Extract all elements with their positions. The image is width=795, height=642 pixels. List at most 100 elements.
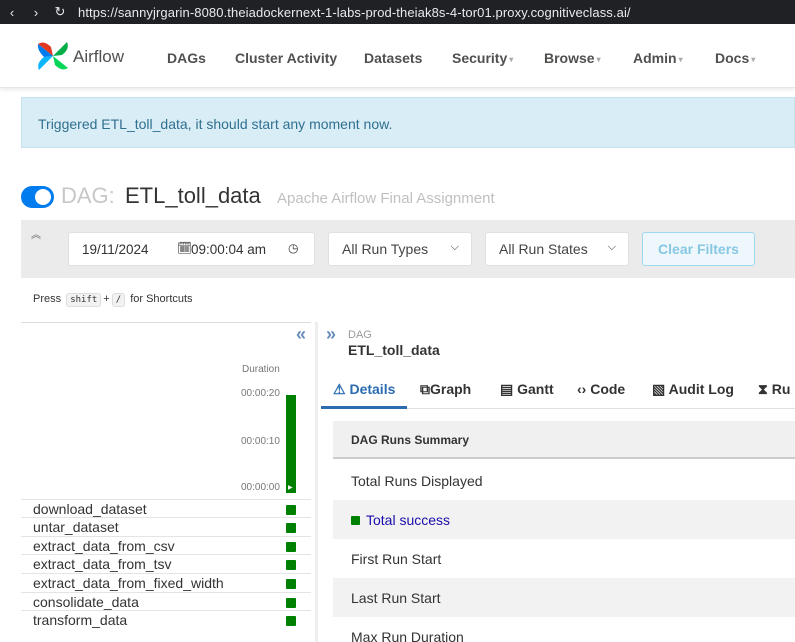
tab-graph-label: Graph xyxy=(430,381,472,397)
tab-gantt-label: Gantt xyxy=(517,381,554,397)
nav-browse-label: Browse xyxy=(544,50,595,66)
toggle-knob xyxy=(35,189,51,205)
nav-dags[interactable]: DAGs xyxy=(167,50,206,66)
play-icon: ▶ xyxy=(288,485,293,491)
clock-icon[interactable]: ◷ xyxy=(288,241,298,255)
tab-audit-log-label: Audit Log xyxy=(668,381,734,397)
collapse-left-icon[interactable]: « xyxy=(296,324,306,345)
airflow-logo-icon[interactable] xyxy=(34,38,72,74)
success-square-icon xyxy=(351,516,360,525)
clear-filters-button[interactable]: Clear Filters xyxy=(642,232,755,266)
task-instance-square[interactable] xyxy=(286,616,296,626)
address-bar[interactable]: https://sannyjrgarin-8080.theiadockernex… xyxy=(78,5,631,20)
expand-right-icon[interactable]: » xyxy=(326,324,336,345)
shift-key: shift xyxy=(66,293,102,307)
task-row[interactable]: extract_data_from_tsv xyxy=(21,554,311,573)
tab-details-label: Details xyxy=(349,381,396,397)
task-instance-square[interactable] xyxy=(286,505,296,515)
tab-run-duration[interactable]: ⧗ Ru xyxy=(758,381,790,398)
run-type-value: All Run Types xyxy=(342,241,429,257)
task-row[interactable]: untar_dataset xyxy=(21,517,311,536)
total-success-link[interactable]: Total success xyxy=(366,512,450,528)
tab-graph[interactable]: ⧉Graph xyxy=(420,381,471,398)
panel-divider[interactable] xyxy=(315,322,318,642)
run-duration-bar[interactable] xyxy=(286,395,296,493)
brand-name[interactable]: Airflow xyxy=(73,47,124,67)
run-state-select[interactable]: All Run States ⌵ xyxy=(485,232,629,266)
gantt-icon: ▤ xyxy=(500,381,514,397)
back-icon[interactable]: ‹ xyxy=(0,5,24,20)
nav-admin[interactable]: Admin ▾ xyxy=(633,50,683,66)
dag-pause-toggle[interactable] xyxy=(21,186,54,208)
nav-docs-label: Docs xyxy=(715,50,750,66)
task-instance-square[interactable] xyxy=(286,579,296,589)
nav-browse[interactable]: Browse ▾ xyxy=(544,50,601,66)
task-name: extract_data_from_csv xyxy=(33,538,175,554)
task-row[interactable]: download_dataset xyxy=(21,499,311,518)
forward-icon[interactable]: › xyxy=(24,5,48,20)
duration-tick: 00:00:20 xyxy=(241,388,280,399)
trigger-alert: Triggered ETL_toll_data, it should start… xyxy=(21,97,795,148)
task-instance-square[interactable] xyxy=(286,523,296,533)
warning-icon: ⚠ xyxy=(333,381,346,397)
tab-gantt[interactable]: ▤ Gantt xyxy=(500,381,554,398)
dag-breadcrumb-id[interactable]: ETL_toll_data xyxy=(348,342,440,358)
tab-run-duration-label: Ru xyxy=(771,381,791,397)
task-name: untar_dataset xyxy=(33,519,119,535)
active-tab-indicator xyxy=(321,406,407,409)
run-type-select[interactable]: All Run Types ⌵ xyxy=(328,232,472,266)
slash-key: / xyxy=(111,293,126,307)
summary-table-header: DAG Runs Summary xyxy=(333,421,795,459)
summary-row-label: Total Runs Displayed xyxy=(351,473,483,489)
chevron-down-icon: ⌵ xyxy=(607,241,616,253)
duration-tick: 00:00:10 xyxy=(241,436,280,447)
tab-details[interactable]: ⚠ Details xyxy=(333,381,395,398)
nav-security-label: Security xyxy=(452,50,508,66)
task-row[interactable]: extract_data_from_csv xyxy=(21,536,311,555)
run-state-value: All Run States xyxy=(499,241,588,257)
task-name: extract_data_from_tsv xyxy=(33,556,172,572)
base-date-input[interactable]: 19/11/2024 🗓 09:00:04 am ◷ xyxy=(68,232,315,266)
shortcut-press: Press xyxy=(33,293,62,305)
hourglass-icon: ⧗ xyxy=(758,381,768,397)
nav-docs[interactable]: Docs ▾ xyxy=(715,50,755,66)
nav-datasets[interactable]: Datasets xyxy=(364,50,422,66)
task-row[interactable]: transform_data xyxy=(21,610,311,629)
tab-code[interactable]: ‹› Code xyxy=(577,381,625,397)
summary-row-label: First Run Start xyxy=(351,551,442,567)
task-name: transform_data xyxy=(33,612,128,628)
collapse-up-icon[interactable]: ︽ xyxy=(31,226,41,241)
document-icon: ▧ xyxy=(652,381,666,397)
task-row[interactable]: consolidate_data xyxy=(21,592,311,611)
nav-security[interactable]: Security ▾ xyxy=(452,50,513,66)
summary-row: Total success xyxy=(333,500,795,539)
summary-title: DAG Runs Summary xyxy=(351,433,470,447)
task-instance-square[interactable] xyxy=(286,598,296,608)
caret-down-icon: ▾ xyxy=(751,54,756,64)
task-row[interactable]: extract_data_from_fixed_width xyxy=(21,573,311,592)
summary-row-label: Last Run Start xyxy=(351,590,441,606)
summary-row: Last Run Start xyxy=(333,578,795,617)
caret-down-icon: ▾ xyxy=(678,54,683,64)
summary-row: First Run Start xyxy=(333,539,795,578)
alert-message: Triggered ETL_toll_data, it should start… xyxy=(38,116,393,132)
dag-title: ETL_toll_data xyxy=(125,183,261,208)
duration-label: Duration xyxy=(242,364,280,375)
nav-admin-label: Admin xyxy=(633,50,677,66)
nav-cluster-activity[interactable]: Cluster Activity xyxy=(235,50,337,66)
calendar-icon[interactable]: 🗓 xyxy=(177,241,192,255)
tab-code-label: Code xyxy=(590,381,626,397)
summary-row: Total Runs Displayed xyxy=(333,461,795,500)
browser-toolbar: ‹ › ↻ https://sannyjrgarin-8080.theiadoc… xyxy=(0,0,795,24)
tab-audit-log[interactable]: ▧ Audit Log xyxy=(652,381,734,398)
task-instance-square[interactable] xyxy=(286,560,296,570)
chevron-down-icon: ⌵ xyxy=(450,241,459,253)
graph-icon: ⧉ xyxy=(420,381,430,397)
shortcut-hint: Press shift + / for Shortcuts xyxy=(33,293,193,307)
dag-prefix: DAG: xyxy=(61,183,115,208)
task-name: consolidate_data xyxy=(33,594,139,610)
reload-icon[interactable]: ↻ xyxy=(48,4,72,20)
caret-down-icon: ▾ xyxy=(509,54,514,64)
dag-description: Apache Airflow Final Assignment xyxy=(277,190,495,207)
task-instance-square[interactable] xyxy=(286,542,296,552)
